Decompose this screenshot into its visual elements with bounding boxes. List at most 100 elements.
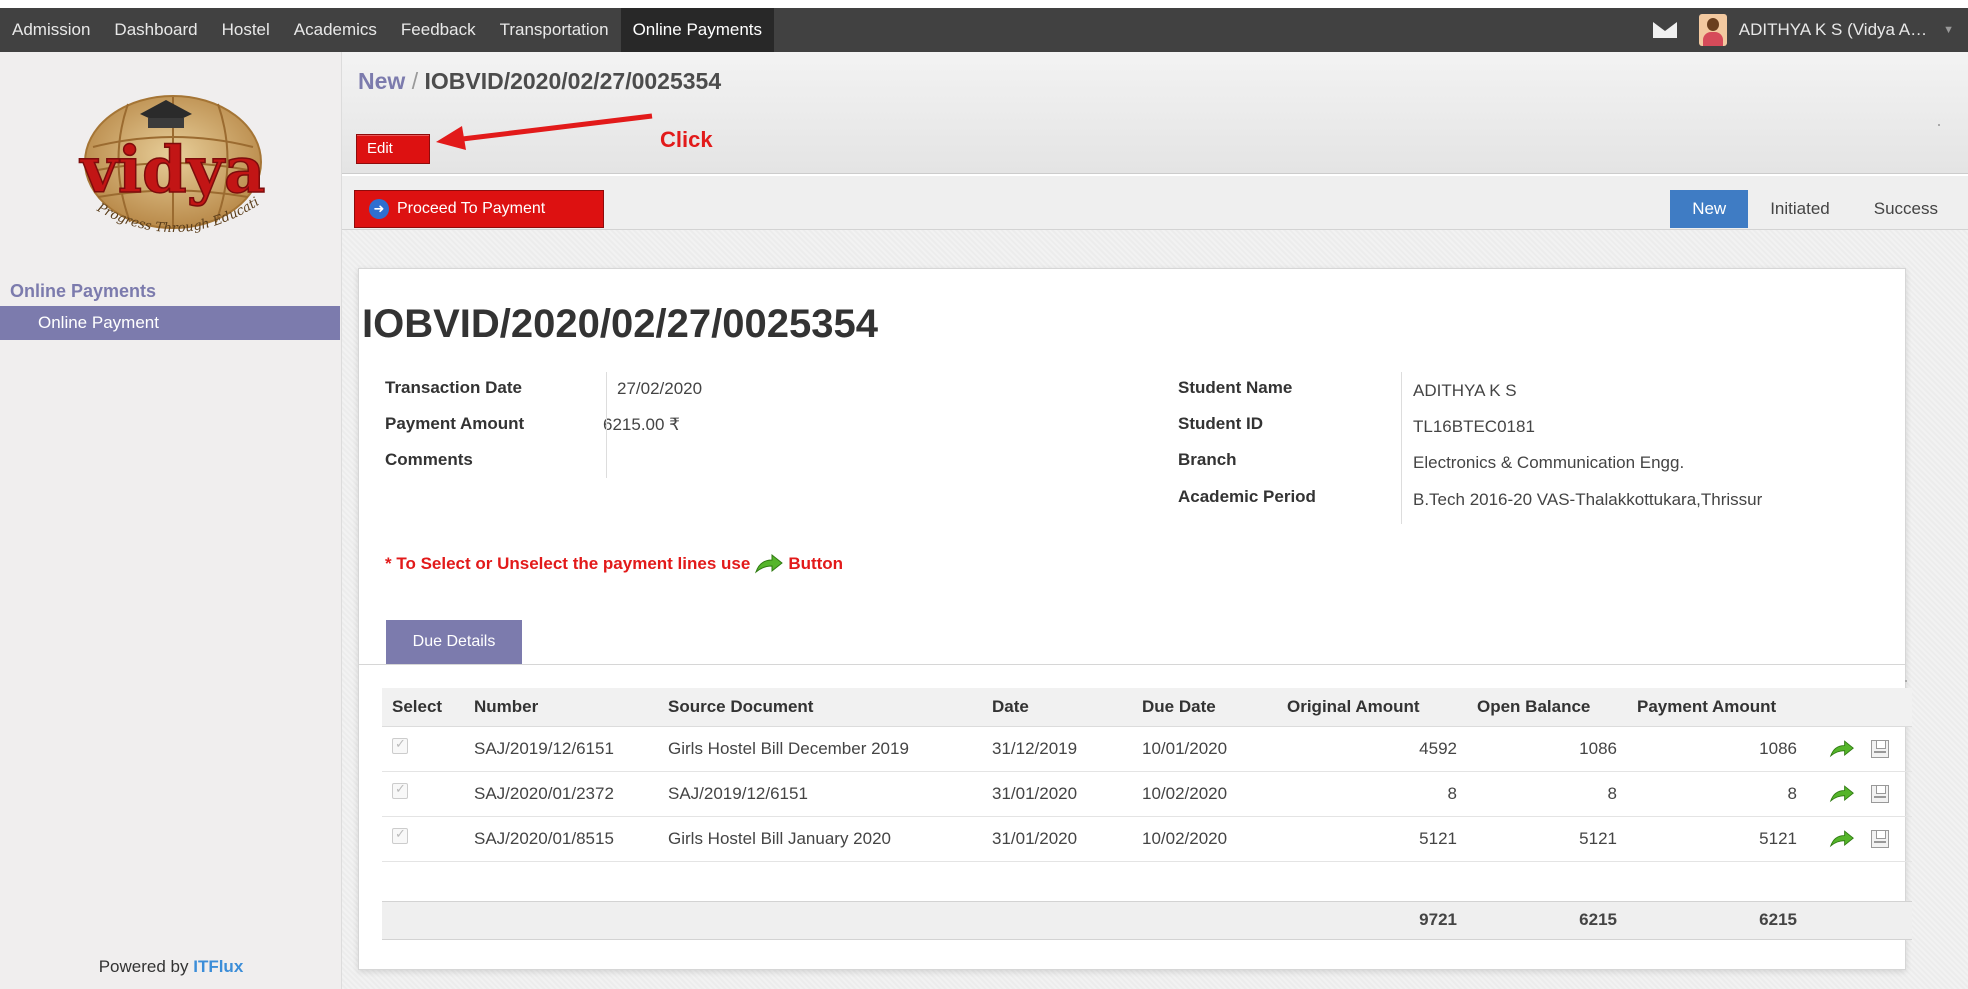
nav-dashboard[interactable]: Dashboard	[102, 8, 209, 52]
annotation-arrow-icon	[436, 113, 653, 150]
row-source-document: Girls Hostel Bill December 2019	[658, 726, 982, 772]
annotation-click-label: Click	[660, 127, 713, 152]
arrow-right-icon: ➜	[369, 199, 389, 219]
col-actions	[1807, 688, 1912, 727]
breadcrumb: New / IOBVID/2020/02/27/0025354	[358, 68, 721, 95]
label-student-name: Student Name	[1178, 378, 1293, 397]
label-academic-period: Academic Period	[1178, 487, 1316, 506]
table-row: SAJ/2020/01/8515 Girls Hostel Bill Janua…	[382, 816, 1912, 862]
select-checkbox[interactable]	[392, 826, 408, 844]
value-payment-amount: 6215.00 ₹	[603, 415, 680, 434]
row-open-balance: 8	[1467, 771, 1627, 817]
itflux-link[interactable]: ITFlux	[193, 957, 243, 976]
label-comments: Comments	[385, 450, 473, 469]
tab-due-details[interactable]: Due Details	[386, 620, 522, 664]
sidebar: vidya Progress Through Education Online …	[0, 52, 342, 989]
value-student-id: TL16BTEC0181	[1413, 417, 1535, 436]
row-number: SAJ/2020/01/2372	[464, 771, 658, 817]
print-icon[interactable]	[1871, 739, 1889, 758]
row-due-date: 10/01/2020	[1132, 726, 1277, 772]
breadcrumb-separator: /	[411, 68, 419, 94]
row-original-amount: 5121	[1277, 816, 1467, 862]
avatar[interactable]	[1698, 14, 1727, 46]
table-total-row: 9721 6215 6215	[382, 900, 1912, 940]
label-payment-amount: Payment Amount	[385, 414, 525, 433]
stage-new: New	[1670, 190, 1749, 228]
row-date: 31/01/2020	[982, 816, 1132, 862]
col-payment-amount[interactable]: Payment Amount	[1627, 688, 1807, 727]
col-source-document[interactable]: Source Document	[658, 688, 982, 727]
col-select[interactable]: Select	[382, 688, 464, 727]
nav-admission[interactable]: Admission	[0, 8, 102, 52]
sidebar-item-online-payment[interactable]: Online Payment	[0, 306, 340, 340]
select-checkbox[interactable]	[392, 781, 408, 799]
col-due-date[interactable]: Due Date	[1132, 688, 1277, 727]
row-date: 31/01/2020	[982, 771, 1132, 817]
row-payment-amount[interactable]: 1086	[1627, 726, 1807, 772]
row-source-document: SAJ/2019/12/6151	[658, 771, 982, 817]
table-header-row: Select Number Source Document Date Due D…	[382, 688, 1912, 727]
record-title: IOBVID/2020/02/27/0025354	[362, 302, 878, 346]
row-due-date: 10/02/2020	[1132, 816, 1277, 862]
value-branch: Electronics & Communication Engg.	[1413, 453, 1685, 472]
total-original-amount: 9721	[1277, 900, 1467, 940]
proceed-to-payment-button[interactable]: ➜ Proceed To Payment	[354, 190, 604, 228]
nav-feedback[interactable]: Feedback	[389, 8, 488, 52]
col-original-amount[interactable]: Original Amount	[1277, 688, 1467, 727]
powered-by-text: Powered by	[98, 957, 189, 976]
label-student-id: Student ID	[1178, 414, 1263, 433]
label-transaction-date: Transaction Date	[385, 378, 522, 397]
value-student-name: ADITHYA K S	[1413, 381, 1517, 400]
table-spacer-row	[382, 861, 1912, 901]
dot	[1938, 124, 1940, 126]
print-icon[interactable]	[1871, 784, 1889, 803]
row-payment-amount[interactable]: 5121	[1627, 816, 1807, 862]
row-date: 31/12/2019	[982, 726, 1132, 772]
row-due-date: 10/02/2020	[1132, 771, 1277, 817]
nav-hostel[interactable]: Hostel	[210, 8, 282, 52]
mail-icon[interactable]	[1652, 22, 1677, 38]
dot	[1905, 680, 1907, 682]
edit-button[interactable]: Edit	[356, 134, 430, 164]
status-bar: ➜ Proceed To Payment New Initiated Succe…	[342, 176, 1968, 230]
status-stages: New Initiated Success	[1670, 190, 1960, 228]
nav-transportation[interactable]: Transportation	[488, 8, 621, 52]
value-transaction-date: 27/02/2020	[617, 379, 703, 398]
vidya-logo: vidya Progress Through Education	[48, 92, 266, 236]
breadcrumb-current: IOBVID/2020/02/27/0025354	[424, 68, 722, 94]
total-open-balance: 6215	[1467, 900, 1627, 940]
note-button-text: Button	[788, 554, 844, 573]
breadcrumb-parent[interactable]: New	[358, 68, 405, 94]
proceed-label: Proceed To Payment	[397, 200, 546, 217]
col-open-balance[interactable]: Open Balance	[1467, 688, 1627, 727]
svg-text:vidya: vidya	[79, 133, 266, 208]
top-navbar: Admission Dashboard Hostel Academics Fee…	[0, 8, 1968, 52]
row-source-document: Girls Hostel Bill January 2020	[658, 816, 982, 862]
total-payment-amount: 6215	[1627, 900, 1807, 940]
due-details-table: Select Number Source Document Date Due D…	[382, 688, 1912, 940]
chevron-down-icon[interactable]: ▼	[1943, 24, 1954, 36]
row-payment-amount[interactable]: 8	[1627, 771, 1807, 817]
value-academic-period: B.Tech 2016-20 VAS-Thalakkottukara,Thris…	[1413, 490, 1763, 509]
print-icon[interactable]	[1871, 829, 1889, 848]
stage-initiated: Initiated	[1770, 199, 1830, 218]
row-original-amount: 4592	[1277, 726, 1467, 772]
toggle-select-arrow-icon[interactable]	[1829, 828, 1855, 850]
note-text: * To Select or Unselect the payment line…	[385, 554, 751, 573]
row-number: SAJ/2019/12/6151	[464, 726, 658, 772]
label-branch: Branch	[1178, 450, 1237, 469]
toggle-select-arrow-icon[interactable]	[1829, 783, 1855, 805]
col-date[interactable]: Date	[982, 688, 1132, 727]
row-original-amount: 8	[1277, 771, 1467, 817]
nav-online-payments[interactable]: Online Payments	[620, 8, 775, 52]
divider	[1401, 372, 1402, 524]
nav-academics[interactable]: Academics	[282, 8, 389, 52]
divider	[606, 372, 607, 478]
select-checkbox[interactable]	[392, 736, 408, 754]
col-number[interactable]: Number	[464, 688, 658, 727]
powered-by: Powered by ITFlux	[0, 957, 342, 977]
user-menu[interactable]: ADITHYA K S (Vidya A…	[1739, 20, 1927, 40]
stage-success: Success	[1873, 199, 1938, 218]
tab-divider	[358, 664, 1906, 665]
toggle-select-arrow-icon[interactable]	[1829, 738, 1855, 760]
